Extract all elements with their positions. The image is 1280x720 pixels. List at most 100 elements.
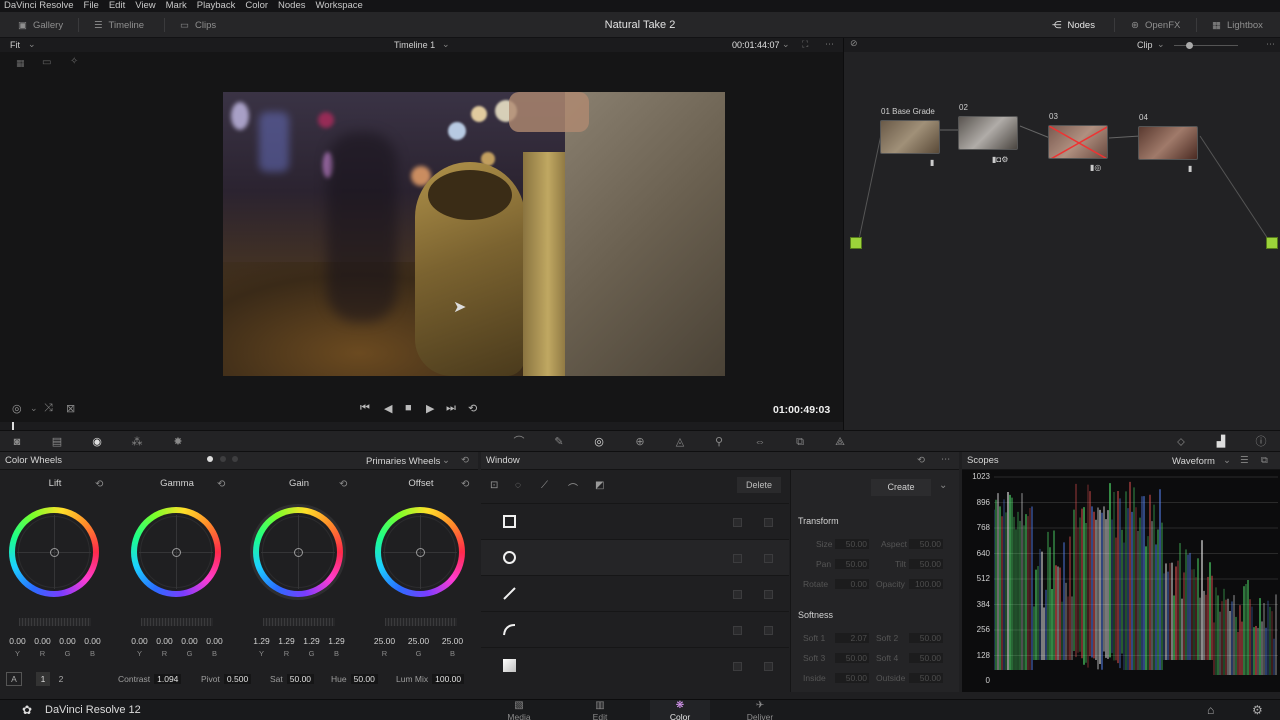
- gain-b-value[interactable]: 1.29: [324, 636, 349, 646]
- playhead-options-chevron-icon[interactable]: ⌄: [30, 403, 38, 414]
- page-color[interactable]: ❋ Color: [650, 700, 710, 720]
- info-palette-icon[interactable]: ⬦: [1174, 435, 1188, 449]
- window-row-gradient[interactable]: [481, 648, 789, 684]
- gamma-puck[interactable]: [172, 548, 181, 557]
- more-icon[interactable]: ⋯: [825, 39, 834, 50]
- offset-wheel[interactable]: [375, 507, 465, 597]
- clips-button[interactable]: ▭ Clips: [180, 12, 216, 38]
- scope-expand-icon[interactable]: ⧉: [1261, 455, 1268, 466]
- offset-r-value[interactable]: 25.00: [372, 636, 397, 646]
- window-more-icon[interactable]: ⋯: [941, 454, 951, 465]
- page-deliver[interactable]: ✈ Deliver: [730, 700, 790, 720]
- lift-y-value[interactable]: 0.00: [5, 636, 30, 646]
- window-icon[interactable]: ◎: [592, 435, 606, 449]
- gain-r-value[interactable]: 1.29: [274, 636, 299, 646]
- wipe-icon[interactable]: ▭: [42, 57, 51, 68]
- tilt-value[interactable]: 50.00: [909, 559, 943, 569]
- audio-mute-icon[interactable]: ⊠: [66, 402, 75, 415]
- lift-master-wheel[interactable]: [19, 618, 91, 626]
- gamma-values[interactable]: 0.00 0.00 0.00 0.00: [127, 636, 227, 646]
- wheels-mode-dropdown[interactable]: Primaries Wheels: [366, 456, 440, 467]
- timecode-chevron-icon[interactable]: ⌄: [782, 39, 790, 50]
- lightbox-button[interactable]: ▦ Lightbox: [1212, 12, 1263, 38]
- output-node[interactable]: [1266, 237, 1278, 249]
- scope-settings-icon[interactable]: ☰: [1240, 455, 1249, 466]
- page-media[interactable]: ▧ Media: [489, 700, 549, 720]
- enable-checkbox[interactable]: [764, 590, 773, 599]
- curves-icon[interactable]: ⌒: [512, 435, 526, 449]
- enable-checkbox[interactable]: [764, 554, 773, 563]
- add-polygon-window-icon[interactable]: ⟋: [541, 480, 548, 491]
- aspect-value[interactable]: 50.00: [909, 539, 943, 549]
- scope-type-dropdown[interactable]: Waveform: [1172, 456, 1215, 467]
- motion-effects-icon[interactable]: ✸: [171, 435, 185, 449]
- gain-g-value[interactable]: 1.29: [299, 636, 324, 646]
- rgb-mixer-icon[interactable]: ⁂: [130, 435, 144, 449]
- info-icon[interactable]: ⓘ: [1254, 435, 1268, 449]
- node-editor[interactable]: 01 Base Grade ▮ 02 ▮◘⚙ 03 ▮◎ 04 ▮: [844, 52, 1280, 430]
- invert-checkbox[interactable]: [733, 518, 742, 527]
- delete-window-button[interactable]: Delete: [737, 477, 781, 493]
- gain-puck[interactable]: [294, 548, 303, 557]
- menu-playback[interactable]: Playback: [197, 0, 236, 12]
- create-button[interactable]: Create: [871, 479, 931, 496]
- playhead-options-icon[interactable]: ◎: [12, 402, 22, 415]
- menu-file[interactable]: File: [84, 0, 99, 12]
- go-to-end-icon[interactable]: ⏭: [446, 402, 456, 415]
- 3d-icon[interactable]: ⧉: [793, 435, 807, 449]
- lift-values[interactable]: 0.00 0.00 0.00 0.00: [5, 636, 105, 646]
- timeline-dropdown[interactable]: Timeline 1: [394, 40, 435, 50]
- gain-values[interactable]: 1.29 1.29 1.29 1.29: [249, 636, 349, 646]
- color-wheels-icon[interactable]: ◉: [90, 435, 104, 449]
- gamma-b-value[interactable]: 0.00: [202, 636, 227, 646]
- lift-g-value[interactable]: 0.00: [55, 636, 80, 646]
- wheels-mode-chevron-icon[interactable]: ⌄: [442, 455, 450, 466]
- sat-value[interactable]: 50.00: [286, 674, 315, 684]
- timeline-button[interactable]: ☰ Timeline: [94, 12, 144, 38]
- soft4-value[interactable]: 50.00: [909, 653, 943, 663]
- rotate-value[interactable]: 0.00: [835, 579, 869, 589]
- camera-raw-icon[interactable]: ◙: [10, 435, 24, 449]
- hue-value[interactable]: 50.00: [350, 674, 378, 684]
- go-to-start-icon[interactable]: ⏮: [360, 402, 370, 415]
- key-icon[interactable]: ⚲: [712, 435, 726, 449]
- node-3[interactable]: [1048, 125, 1108, 159]
- outside-value[interactable]: 50.00: [909, 673, 943, 683]
- loop-icon[interactable]: ⟲: [468, 402, 477, 415]
- node-4[interactable]: [1138, 126, 1198, 160]
- offset-b-value[interactable]: 25.00: [440, 636, 465, 646]
- offset-puck[interactable]: [416, 548, 425, 557]
- gamma-master-wheel[interactable]: [141, 618, 213, 626]
- soft1-value[interactable]: 2.07: [835, 633, 869, 643]
- page-dot-active[interactable]: [207, 456, 213, 462]
- menu-workspace[interactable]: Workspace: [316, 0, 363, 12]
- lift-wheel[interactable]: [9, 507, 99, 597]
- lift-r-value[interactable]: 0.00: [30, 636, 55, 646]
- invert-checkbox[interactable]: [733, 590, 742, 599]
- footer-page-1[interactable]: 1: [36, 672, 50, 686]
- source-input-node[interactable]: [850, 237, 862, 249]
- play-reverse-icon[interactable]: ◀: [384, 402, 392, 415]
- gamma-y-value[interactable]: 0.00: [127, 636, 152, 646]
- size-value[interactable]: 50.00: [835, 539, 869, 549]
- tracker-icon[interactable]: ⊕: [633, 435, 647, 449]
- node-zoom-handle[interactable]: [1186, 42, 1193, 49]
- blur-icon[interactable]: ◬: [673, 435, 687, 449]
- node-more-icon[interactable]: ⋯: [1266, 39, 1275, 50]
- nodes-button[interactable]: ⋲ Nodes: [1052, 12, 1095, 38]
- home-icon[interactable]: ⌂: [1207, 703, 1214, 717]
- footer-page-2[interactable]: 2: [54, 672, 68, 686]
- window-row-linear[interactable]: [481, 576, 789, 612]
- lummix-value[interactable]: 100.00: [432, 674, 465, 684]
- soft2-value[interactable]: 50.00: [909, 633, 943, 643]
- stop-icon[interactable]: ■: [405, 402, 412, 414]
- gamma-reset-icon[interactable]: ⟲: [217, 479, 225, 490]
- enable-checkbox[interactable]: [764, 626, 773, 635]
- menu-mark[interactable]: Mark: [166, 0, 187, 12]
- invert-checkbox[interactable]: [733, 554, 742, 563]
- shuffle-icon[interactable]: ⤨: [44, 402, 53, 415]
- reset-all-icon[interactable]: ⟲: [461, 455, 469, 466]
- node-mode-chevron-icon[interactable]: ⌄: [1157, 39, 1165, 50]
- gamma-r-value[interactable]: 0.00: [152, 636, 177, 646]
- auto-balance-button[interactable]: A: [6, 672, 22, 686]
